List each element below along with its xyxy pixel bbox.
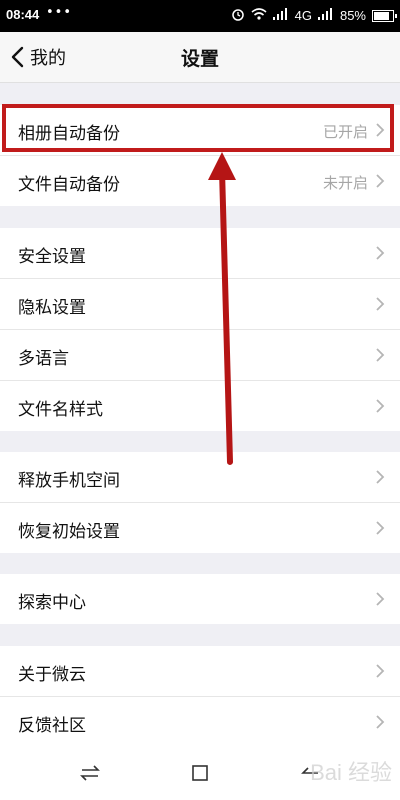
section-about: 关于微云 反馈社区 — [0, 646, 400, 747]
row-label: 文件名样式 — [18, 400, 103, 420]
status-dots: ••• — [46, 5, 73, 20]
battery-icon — [372, 9, 397, 22]
chevron-right-icon — [376, 246, 385, 260]
system-nav-bar: Bai 经验 — [0, 745, 400, 800]
signal-icon-2 — [317, 8, 334, 23]
status-right: 4G 85% — [231, 7, 397, 24]
section-explore: 探索中心 — [0, 574, 400, 624]
chevron-right-icon — [376, 399, 385, 413]
alarm-icon — [231, 7, 245, 24]
row-label: 文件自动备份 — [18, 175, 120, 195]
status-bar: 08:44 ••• 4G 85% — [0, 0, 400, 32]
network-type: 4G — [294, 8, 312, 23]
row-label: 反馈社区 — [18, 716, 86, 736]
wifi-icon — [251, 7, 267, 24]
annotation-arrow-icon — [208, 152, 236, 465]
settings-row-about[interactable]: 关于微云 — [0, 646, 400, 697]
row-label: 多语言 — [18, 349, 69, 369]
row-label: 关于微云 — [18, 665, 86, 685]
home-icon[interactable] — [188, 761, 212, 785]
row-label: 探索中心 — [18, 593, 86, 613]
row-label: 恢复初始设置 — [18, 522, 120, 542]
row-label: 释放手机空间 — [18, 471, 120, 491]
signal-icon — [272, 8, 289, 23]
chevron-right-icon — [376, 174, 385, 188]
chevron-right-icon — [376, 715, 385, 729]
settings-row-explore[interactable]: 探索中心 — [0, 574, 400, 624]
page-title: 设置 — [180, 48, 219, 70]
row-label: 安全设置 — [18, 247, 86, 267]
chevron-right-icon — [376, 348, 385, 362]
chevron-right-icon — [376, 470, 385, 484]
battery-percent: 85% — [339, 8, 366, 23]
chevron-right-icon — [376, 592, 385, 606]
settings-row-reset[interactable]: 恢复初始设置 — [0, 503, 400, 553]
chevron-right-icon — [376, 297, 385, 311]
row-value: 未开启 — [322, 174, 368, 192]
switch-icon[interactable] — [78, 761, 102, 785]
chevron-right-icon — [376, 664, 385, 678]
settings-row-feedback[interactable]: 反馈社区 — [0, 697, 400, 747]
chevron-right-icon — [376, 521, 385, 535]
row-label: 隐私设置 — [18, 298, 86, 318]
watermark: Bai 经验 — [310, 760, 392, 785]
highlight-box — [2, 104, 394, 152]
status-time: 08:44 — [6, 7, 40, 22]
nav-bar: 我的 设置 — [0, 32, 400, 83]
